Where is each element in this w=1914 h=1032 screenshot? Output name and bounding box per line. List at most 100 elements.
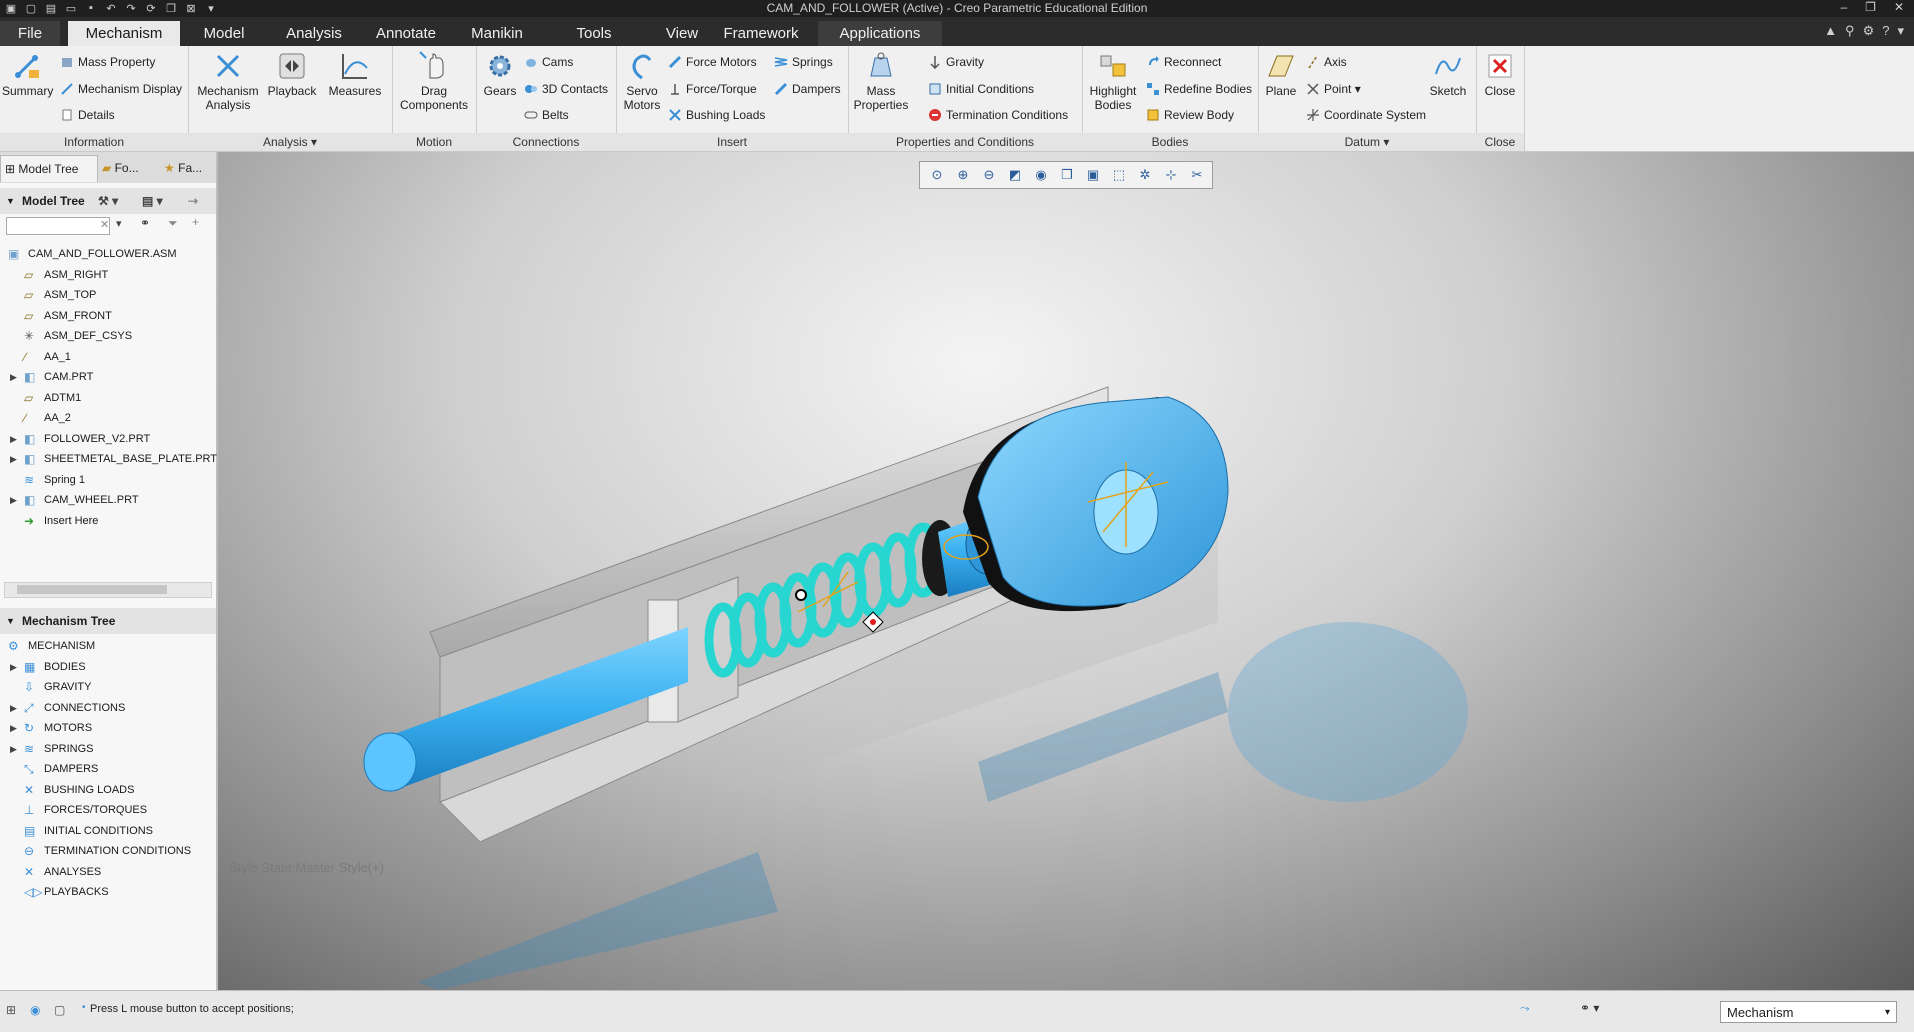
gravity-button[interactable]: Gravity	[928, 53, 984, 71]
close-button[interactable]: Close	[1478, 50, 1522, 98]
tree-item[interactable]: ∕ AA_2	[0, 408, 214, 428]
expand-arrow-icon[interactable]: ▶	[10, 449, 20, 469]
find-binoculars-icon[interactable]: ⚭	[140, 216, 150, 230]
servo-motors-button[interactable]: Servo Motors	[620, 50, 664, 112]
highlight-bodies-button[interactable]: Highlight Bodies	[1084, 50, 1142, 112]
tab-mechanism[interactable]: Mechanism	[68, 21, 180, 46]
tree-search-input[interactable]	[6, 217, 110, 235]
show-icon[interactable]: ▤ ▾	[142, 188, 163, 214]
tab-folder-browser[interactable]: ▰ Fo...	[98, 155, 160, 181]
tree-settings-icon[interactable]: ⚒ ▾	[98, 188, 118, 214]
point-button[interactable]: Point ▾	[1306, 80, 1361, 98]
reconnect-button[interactable]: Reconnect	[1146, 53, 1221, 71]
group-label-datum[interactable]: Datum ▾	[1258, 133, 1476, 151]
tree-item[interactable]: ⊥ FORCES/TORQUES	[0, 800, 214, 820]
restore-icon[interactable]: ❐	[1865, 0, 1876, 14]
drag-components-button[interactable]: Drag Components	[396, 50, 472, 112]
tree-item[interactable]: ➜ Insert Here	[0, 511, 214, 531]
selection-filter-dropdown[interactable]: Mechanism ▾	[1720, 1001, 1897, 1023]
tab-analysis[interactable]: Analysis	[268, 21, 360, 46]
expand-arrow-icon[interactable]: ▶	[10, 490, 20, 510]
tree-item[interactable]: ✳ ASM_DEF_CSYS	[0, 326, 214, 346]
tree-item[interactable]: ✕ ANALYSES	[0, 862, 214, 882]
tree-item[interactable]: ▶ ▦ BODIES	[0, 657, 214, 677]
3d-contacts-button[interactable]: 3D Contacts	[524, 80, 608, 98]
tree-item[interactable]: ⊖ TERMINATION CONDITIONS	[0, 841, 214, 861]
collapse-icon[interactable]: ▼	[6, 608, 15, 634]
cams-button[interactable]: Cams	[524, 53, 573, 71]
expand-arrow-icon[interactable]: ▶	[10, 657, 20, 677]
settings-icon[interactable]: ⚙	[1863, 23, 1875, 39]
3d-model-scene[interactable]	[218, 152, 1914, 990]
tree-item[interactable]: ▱ ASM_RIGHT	[0, 265, 214, 285]
tree-item[interactable]: ⚙ MECHANISM	[0, 636, 214, 656]
tree-item[interactable]: ⤡ DAMPERS	[0, 759, 214, 779]
expand-arrow-icon[interactable]: ▶	[10, 429, 20, 449]
tab-manikin[interactable]: Manikin	[452, 21, 542, 46]
group-label-analysis[interactable]: Analysis ▾	[188, 133, 392, 151]
tab-favorites[interactable]: ★ Fa...	[160, 155, 218, 181]
graphics-window[interactable]: ⊙ ⊕ ⊖ ◩ ◉ ❒ ▣ ⬚ ✲ ⊹ ✂ Style State:Master…	[218, 152, 1914, 990]
summary-button[interactable]: Summary	[2, 50, 53, 98]
tab-file[interactable]: File	[0, 21, 60, 46]
tab-view[interactable]: View	[646, 21, 718, 46]
measures-button[interactable]: Measures	[324, 50, 386, 98]
tree-item[interactable]: ▶ ≋ SPRINGS	[0, 739, 214, 759]
mass-property-button[interactable]: Mass Property	[60, 53, 155, 71]
tree-item[interactable]: ▱ ADTM1	[0, 388, 214, 408]
scrollbar-thumb[interactable]	[17, 585, 167, 594]
tree-item[interactable]: ≋ Spring 1	[0, 470, 214, 490]
springs-button[interactable]: Springs	[774, 53, 833, 71]
expand-arrow-icon[interactable]: ▶	[10, 367, 20, 387]
termination-conditions-button[interactable]: Termination Conditions	[928, 106, 1068, 124]
force-motors-button[interactable]: Force Motors	[668, 53, 757, 71]
initial-conditions-button[interactable]: Initial Conditions	[928, 80, 1034, 98]
mechanism-tree-header[interactable]: ▼ Mechanism Tree	[0, 608, 216, 634]
add-column-icon[interactable]: +	[192, 215, 199, 229]
tab-model-tree[interactable]: ⊞ Model Tree	[0, 155, 98, 182]
expand-arrow-icon[interactable]: ▶	[10, 718, 20, 738]
plane-button[interactable]: Plane	[1262, 50, 1300, 98]
gears-button[interactable]: Gears	[478, 50, 522, 98]
axis-button[interactable]: Axis	[1306, 53, 1347, 71]
tree-item[interactable]: ▶ ◧ FOLLOWER_V2.PRT	[0, 429, 214, 449]
help-icon[interactable]: ?	[1882, 23, 1889, 39]
collapse-ribbon-icon[interactable]: ▲	[1824, 23, 1837, 39]
mechanism-display-button[interactable]: Mechanism Display	[60, 80, 182, 98]
tab-applications[interactable]: Applications	[818, 21, 942, 46]
tab-framework[interactable]: Framework	[718, 21, 804, 46]
mechanism-analysis-button[interactable]: Mechanism Analysis	[196, 50, 260, 112]
tree-item[interactable]: ◁▷ PLAYBACKS	[0, 882, 214, 902]
find-icon[interactable]: ⚭ ▾	[1580, 1001, 1599, 1015]
filter-icon[interactable]: ⏷	[168, 216, 178, 231]
tab-tools[interactable]: Tools	[542, 21, 646, 46]
tab-model[interactable]: Model	[180, 21, 268, 46]
toggle-navigator-icon[interactable]: ⊞	[6, 1003, 16, 1017]
expand-arrow-icon[interactable]: ▶	[10, 698, 20, 718]
coordinate-system-button[interactable]: Coordinate System	[1306, 106, 1426, 124]
tree-item[interactable]: ⇩ GRAVITY	[0, 677, 214, 697]
tree-item[interactable]: ▣ CAM_AND_FOLLOWER.ASM	[0, 244, 214, 264]
model-tree-header[interactable]: ▼ Model Tree ⚒ ▾ ▤ ▾ ⇢	[0, 188, 216, 214]
search-icon[interactable]: ⚲	[1845, 23, 1855, 39]
tree-item[interactable]: ▤ INITIAL CONDITIONS	[0, 821, 214, 841]
mass-properties-button[interactable]: Mass Properties	[852, 50, 910, 112]
clear-search-icon[interactable]: ✕	[100, 218, 109, 231]
drag-point-marker[interactable]	[795, 589, 807, 601]
fullscreen-icon[interactable]: ▢	[54, 1003, 65, 1017]
tree-item[interactable]: ▱ ASM_TOP	[0, 285, 214, 305]
belts-button[interactable]: Belts	[524, 106, 569, 124]
regenerate-status-icon[interactable]: ⤳	[1520, 1001, 1530, 1016]
bushing-loads-button[interactable]: Bushing Loads	[668, 106, 765, 124]
tree-item[interactable]: ▶ ◧ SHEETMETAL_BASE_PLATE.PRT	[0, 449, 217, 469]
collapse-icon[interactable]: ▼	[6, 188, 15, 214]
redefine-bodies-button[interactable]: Redefine Bodies	[1146, 80, 1252, 98]
dampers-button[interactable]: Dampers	[774, 80, 841, 98]
playback-button[interactable]: Playback	[264, 50, 320, 98]
model-tree-scrollbar[interactable]	[4, 582, 212, 598]
help-dropdown-icon[interactable]: ▾	[1897, 23, 1904, 39]
tree-item[interactable]: ∕ AA_1	[0, 347, 214, 367]
tree-item[interactable]: ✕ BUSHING LOADS	[0, 780, 214, 800]
browser-icon[interactable]: ◉	[30, 1003, 40, 1017]
tree-filter-icon[interactable]: ⇢	[188, 188, 198, 214]
